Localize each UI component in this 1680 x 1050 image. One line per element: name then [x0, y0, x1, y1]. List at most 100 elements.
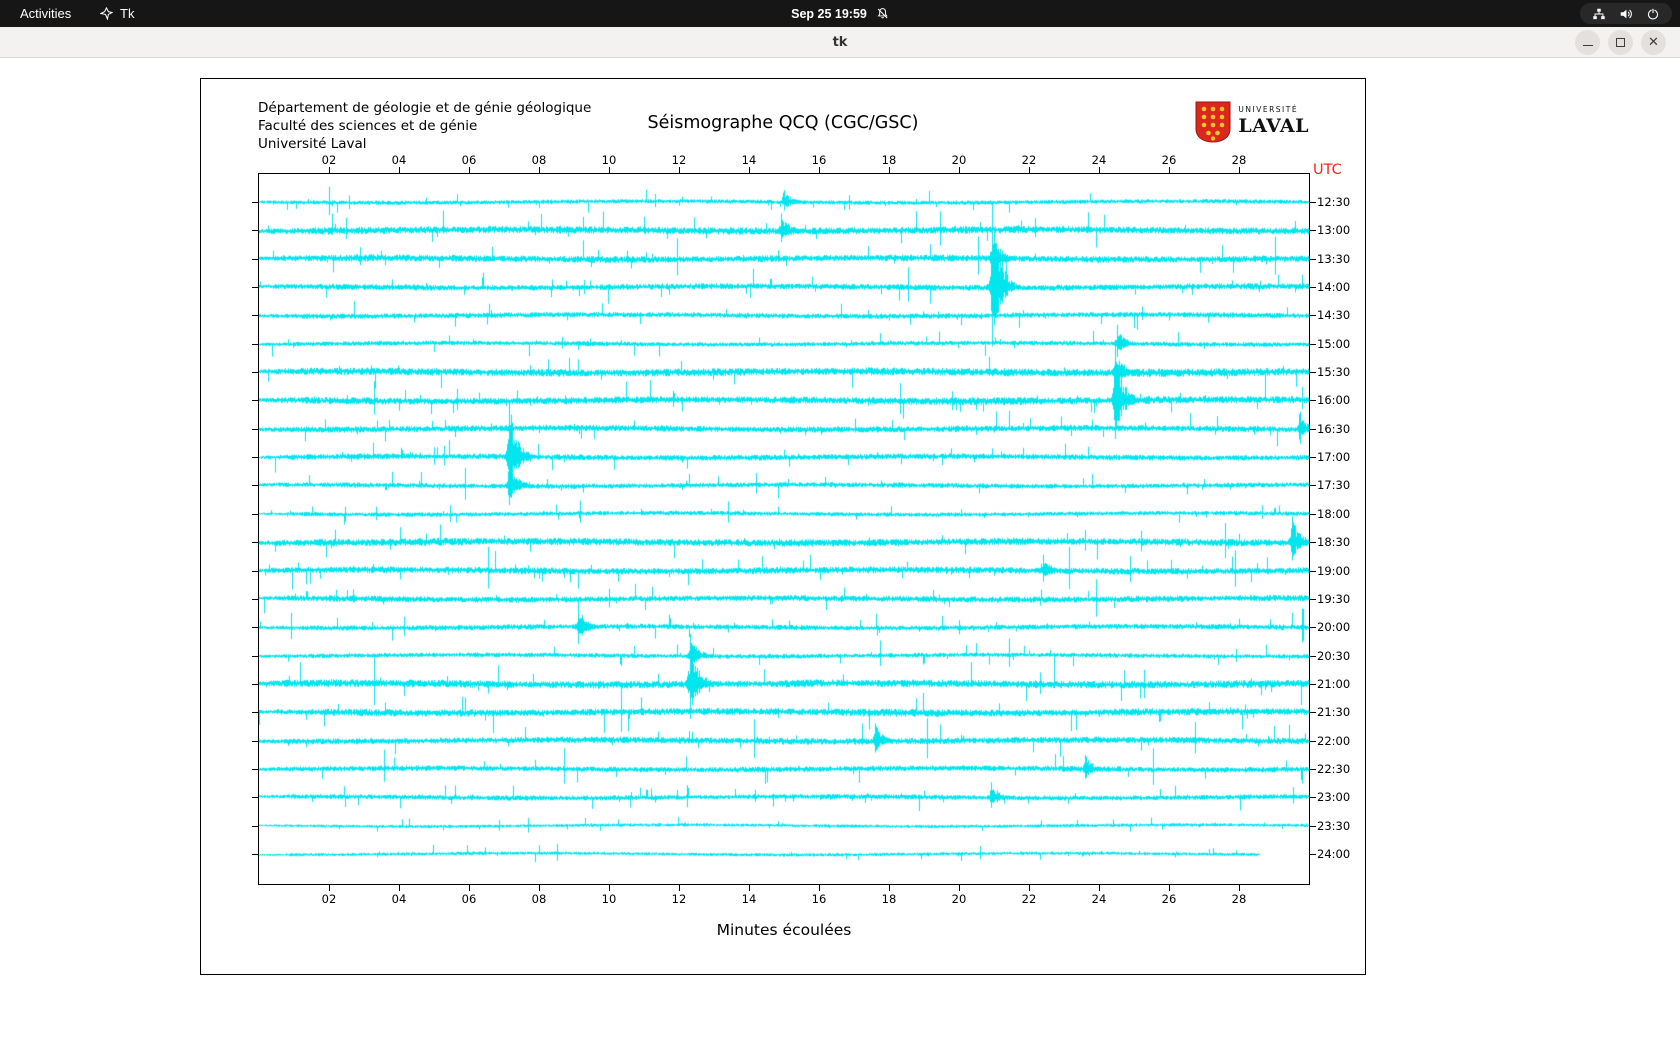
- row-tick-mark-left: [252, 655, 258, 657]
- row-tick-mark-right: [1310, 343, 1316, 345]
- row-tick-mark-right: [1310, 287, 1316, 289]
- logo-text-bottom: LAVAL: [1238, 115, 1309, 137]
- volume-icon: [1619, 7, 1633, 21]
- x-tick-label-bottom: 18: [881, 892, 897, 906]
- laval-shield-icon: [1195, 101, 1231, 147]
- x-tick-label-top: 14: [741, 153, 757, 167]
- x-tick-mark-top: [889, 167, 890, 173]
- x-tick-mark-bottom: [959, 885, 960, 891]
- x-tick-mark-top: [1169, 167, 1170, 173]
- row-time-label: 16:00: [1317, 393, 1351, 408]
- row-tick-mark-left: [252, 683, 258, 685]
- close-button[interactable]: ✕: [1641, 30, 1666, 55]
- plot-frame: [258, 173, 1310, 885]
- row-time-label: 22:00: [1317, 733, 1351, 748]
- x-tick-mark-bottom: [749, 885, 750, 891]
- x-tick-mark-bottom: [609, 885, 610, 891]
- x-tick-mark-top: [469, 167, 470, 173]
- x-tick-mark-bottom: [399, 885, 400, 891]
- row-tick-mark-left: [252, 627, 258, 629]
- x-tick-mark-bottom: [469, 885, 470, 891]
- row-tick-mark-left: [252, 542, 258, 544]
- row-time-label: 20:00: [1317, 620, 1351, 635]
- row-tick-mark-left: [252, 287, 258, 289]
- row-tick-mark-right: [1310, 315, 1316, 317]
- minimize-icon: [1582, 45, 1593, 46]
- row-tick-mark-right: [1310, 485, 1316, 487]
- x-tick-label-top: 12: [671, 153, 687, 167]
- row-tick-mark-right: [1310, 683, 1316, 685]
- x-tick-label-top: 08: [531, 153, 547, 167]
- x-tick-label-top: 28: [1231, 153, 1247, 167]
- x-tick-mark-bottom: [329, 885, 330, 891]
- x-tick-label-bottom: 06: [461, 892, 477, 906]
- x-tick-mark-top: [749, 167, 750, 173]
- row-time-label: 22:30: [1317, 761, 1351, 776]
- minimize-button[interactable]: [1575, 30, 1600, 55]
- row-tick-mark-left: [252, 598, 258, 600]
- row-time-label: 18:30: [1317, 535, 1351, 550]
- x-tick-label-top: 24: [1091, 153, 1107, 167]
- x-tick-label-bottom: 04: [391, 892, 407, 906]
- x-tick-mark-top: [539, 167, 540, 173]
- x-tick-label-bottom: 26: [1161, 892, 1177, 906]
- row-time-label: 14:00: [1317, 280, 1351, 295]
- laval-logo-text: UNIVERSITÉ LAVAL: [1238, 101, 1309, 137]
- row-time-label: 18:00: [1317, 506, 1351, 521]
- x-tick-mark-bottom: [889, 885, 890, 891]
- x-tick-label-bottom: 20: [951, 892, 967, 906]
- maximize-button[interactable]: [1608, 30, 1633, 55]
- row-tick-mark-right: [1310, 513, 1316, 515]
- row-tick-mark-right: [1310, 258, 1316, 260]
- row-time-label: 23:30: [1317, 818, 1351, 833]
- x-tick-mark-bottom: [819, 885, 820, 891]
- x-tick-mark-top: [399, 167, 400, 173]
- close-icon: ✕: [1648, 35, 1659, 50]
- clock-group[interactable]: Sep 25 19:59: [791, 0, 889, 27]
- x-tick-label-bottom: 28: [1231, 892, 1247, 906]
- row-tick-mark-right: [1310, 627, 1316, 629]
- x-tick-label-top: 16: [811, 153, 827, 167]
- row-time-label: 21:00: [1317, 676, 1351, 691]
- x-tick-label-bottom: 12: [671, 892, 687, 906]
- row-time-label: 15:30: [1317, 365, 1351, 380]
- row-tick-mark-right: [1310, 797, 1316, 799]
- row-tick-mark-left: [252, 315, 258, 317]
- x-tick-mark-top: [1099, 167, 1100, 173]
- x-tick-label-top: 02: [321, 153, 337, 167]
- row-time-label: 17:30: [1317, 478, 1351, 493]
- row-tick-mark-left: [252, 513, 258, 515]
- x-tick-label-bottom: 14: [741, 892, 757, 906]
- row-tick-mark-left: [252, 854, 258, 855]
- x-tick-mark-bottom: [679, 885, 680, 891]
- network-icon: [1592, 7, 1606, 21]
- row-time-label: 12:30: [1317, 195, 1351, 209]
- row-tick-mark-left: [252, 825, 258, 827]
- institution-line-3: Université Laval: [258, 136, 367, 152]
- row-tick-mark-left: [252, 797, 258, 799]
- tk-app-indicator[interactable]: Tk: [100, 0, 134, 27]
- notifications-muted-icon: [876, 7, 889, 20]
- row-time-label: 16:30: [1317, 421, 1351, 436]
- row-time-label: 19:00: [1317, 563, 1351, 578]
- row-tick-mark-left: [252, 457, 258, 459]
- clock-label: Sep 25 19:59: [791, 6, 867, 21]
- row-tick-mark-left: [252, 400, 258, 402]
- row-time-label: 23:00: [1317, 790, 1351, 805]
- row-tick-mark-left: [252, 485, 258, 487]
- row-tick-mark-right: [1310, 457, 1316, 459]
- x-tick-mark-top: [1239, 167, 1240, 173]
- system-tray[interactable]: [1580, 3, 1672, 24]
- row-tick-mark-left: [252, 230, 258, 232]
- x-tick-label-bottom: 24: [1091, 892, 1107, 906]
- x-tick-mark-top: [1029, 167, 1030, 173]
- row-tick-mark-right: [1310, 655, 1316, 657]
- x-tick-mark-top: [679, 167, 680, 173]
- row-tick-mark-right: [1310, 202, 1316, 203]
- x-tick-label-top: 06: [461, 153, 477, 167]
- row-tick-mark-left: [252, 740, 258, 742]
- activities-button[interactable]: Activities: [12, 0, 79, 27]
- x-tick-mark-top: [959, 167, 960, 173]
- top-bar: Activities Tk Sep 25 19:59: [0, 0, 1680, 27]
- row-time-label: 14:30: [1317, 308, 1351, 323]
